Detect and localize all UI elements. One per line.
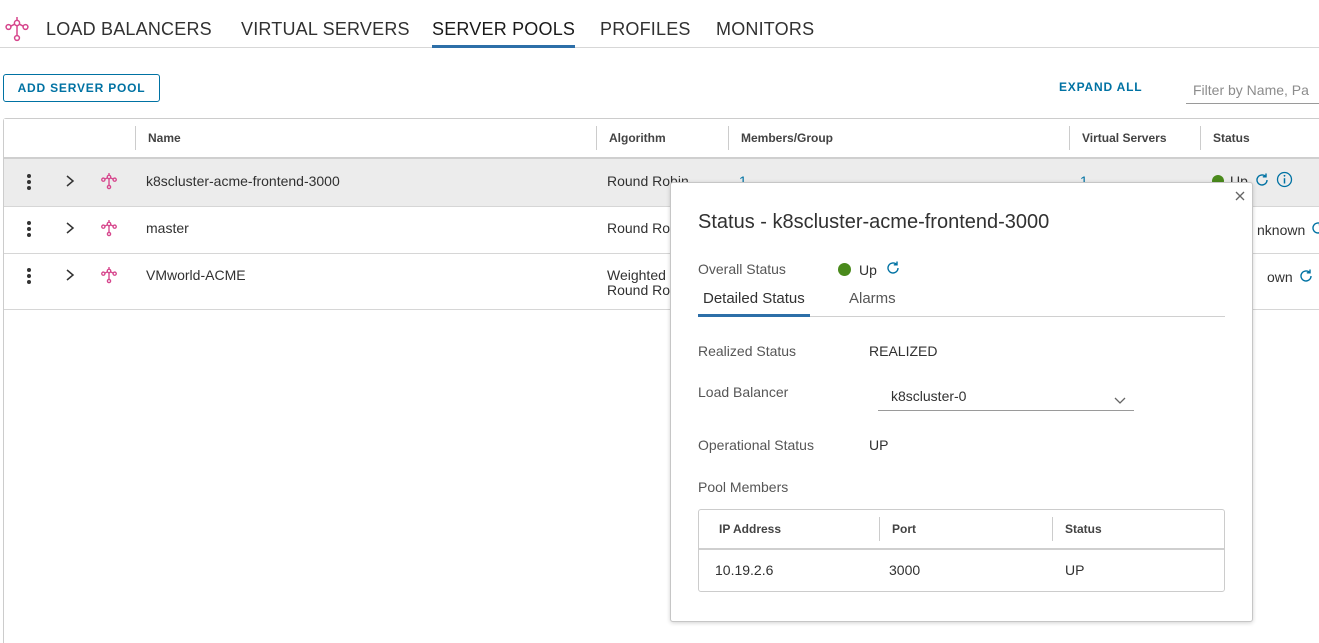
refresh-icon[interactable] xyxy=(1298,268,1314,287)
load-balancer-selected-value: k8scluster-0 xyxy=(891,388,967,404)
refresh-icon[interactable] xyxy=(1310,220,1319,239)
pool-algorithm-line2: Round Ro xyxy=(607,282,671,298)
pool-algorithm: Round Ro xyxy=(607,220,671,236)
member-ip: 10.19.2.6 xyxy=(715,562,774,578)
expand-chevron-icon[interactable] xyxy=(63,221,77,235)
column-header-port[interactable]: Port xyxy=(879,510,916,548)
row-actions-icon[interactable] xyxy=(19,219,39,239)
status-popover: Status - k8scluster-acme-frontend-3000 O… xyxy=(670,182,1253,622)
top-navigation: LOAD BALANCERS VIRTUAL SERVERS SERVER PO… xyxy=(0,0,1319,48)
info-icon[interactable] xyxy=(1276,171,1293,191)
pool-status: own xyxy=(1267,267,1319,287)
server-pool-icon xyxy=(101,172,117,190)
column-header-members-group[interactable]: Members/Group xyxy=(728,119,833,157)
pool-status: nknown xyxy=(1257,220,1319,239)
tab-alarms[interactable]: Alarms xyxy=(844,290,901,317)
pool-members-table: IP Address Port Status 10.19.2.6 3000 UP xyxy=(698,509,1225,592)
row-actions-icon[interactable] xyxy=(19,172,39,192)
expand-all-link[interactable]: EXPAND ALL xyxy=(1059,80,1142,94)
popover-tabs: Detailed Status Alarms xyxy=(698,287,1225,317)
expand-chevron-icon[interactable] xyxy=(63,268,77,282)
tab-load-balancers[interactable]: LOAD BALANCERS xyxy=(46,19,212,48)
tab-detailed-status[interactable]: Detailed Status xyxy=(698,290,810,317)
pool-members-label: Pool Members xyxy=(698,479,789,495)
pool-name[interactable]: master xyxy=(146,220,189,236)
pool-status-text: own xyxy=(1267,269,1293,285)
operational-status-label: Operational Status xyxy=(698,437,814,453)
load-balancer-icon xyxy=(5,16,29,42)
add-server-pool-button[interactable]: ADD SERVER POOL xyxy=(3,74,160,102)
pool-algorithm-line1: Weighted xyxy=(607,267,666,283)
overall-status-value: Up xyxy=(859,261,877,278)
pool-status-text: nknown xyxy=(1257,221,1306,238)
tab-server-pools[interactable]: SERVER POOLS xyxy=(432,19,576,48)
load-balancer-label: Load Balancer xyxy=(698,384,789,400)
load-balancer-select[interactable]: k8scluster-0 xyxy=(878,383,1134,411)
operational-status-value: UP xyxy=(869,437,889,453)
overall-status: Up xyxy=(838,260,901,279)
tab-monitors[interactable]: MONITORS xyxy=(716,19,814,48)
column-header-status[interactable]: Status xyxy=(1052,510,1102,548)
overall-status-label: Overall Status xyxy=(698,261,786,277)
refresh-icon[interactable] xyxy=(1254,172,1270,191)
server-pool-icon xyxy=(101,219,117,237)
column-header-algorithm[interactable]: Algorithm xyxy=(596,119,666,157)
popover-title: Status - k8scluster-acme-frontend-3000 xyxy=(698,211,1050,233)
tab-virtual-servers[interactable]: VIRTUAL SERVERS xyxy=(241,19,410,48)
realized-status-label: Realized Status xyxy=(698,343,797,359)
member-status: UP xyxy=(1065,562,1085,578)
expand-chevron-icon[interactable] xyxy=(63,174,77,188)
column-header-name[interactable]: Name xyxy=(135,119,181,157)
column-header-ip-address[interactable]: IP Address xyxy=(706,510,781,548)
pool-members-header: IP Address Port Status xyxy=(699,510,1224,550)
filter-input[interactable] xyxy=(1186,76,1319,104)
grid-header: Name Algorithm Members/Group Virtual Ser… xyxy=(4,119,1319,159)
chevron-down-icon xyxy=(1114,392,1126,404)
server-pool-icon xyxy=(101,266,117,284)
pool-name[interactable]: VMworld-ACME xyxy=(146,267,246,283)
pool-name[interactable]: k8scluster-acme-frontend-3000 xyxy=(146,173,340,189)
row-actions-icon[interactable] xyxy=(19,266,39,286)
member-port: 3000 xyxy=(889,562,921,578)
tab-profiles[interactable]: PROFILES xyxy=(600,19,691,48)
close-icon[interactable] xyxy=(1233,189,1247,203)
status-up-indicator xyxy=(838,263,851,276)
column-header-virtual-servers[interactable]: Virtual Servers xyxy=(1069,119,1167,157)
realized-status-value: REALIZED xyxy=(869,343,938,359)
refresh-icon[interactable] xyxy=(885,260,901,279)
column-header-status[interactable]: Status xyxy=(1200,119,1250,157)
